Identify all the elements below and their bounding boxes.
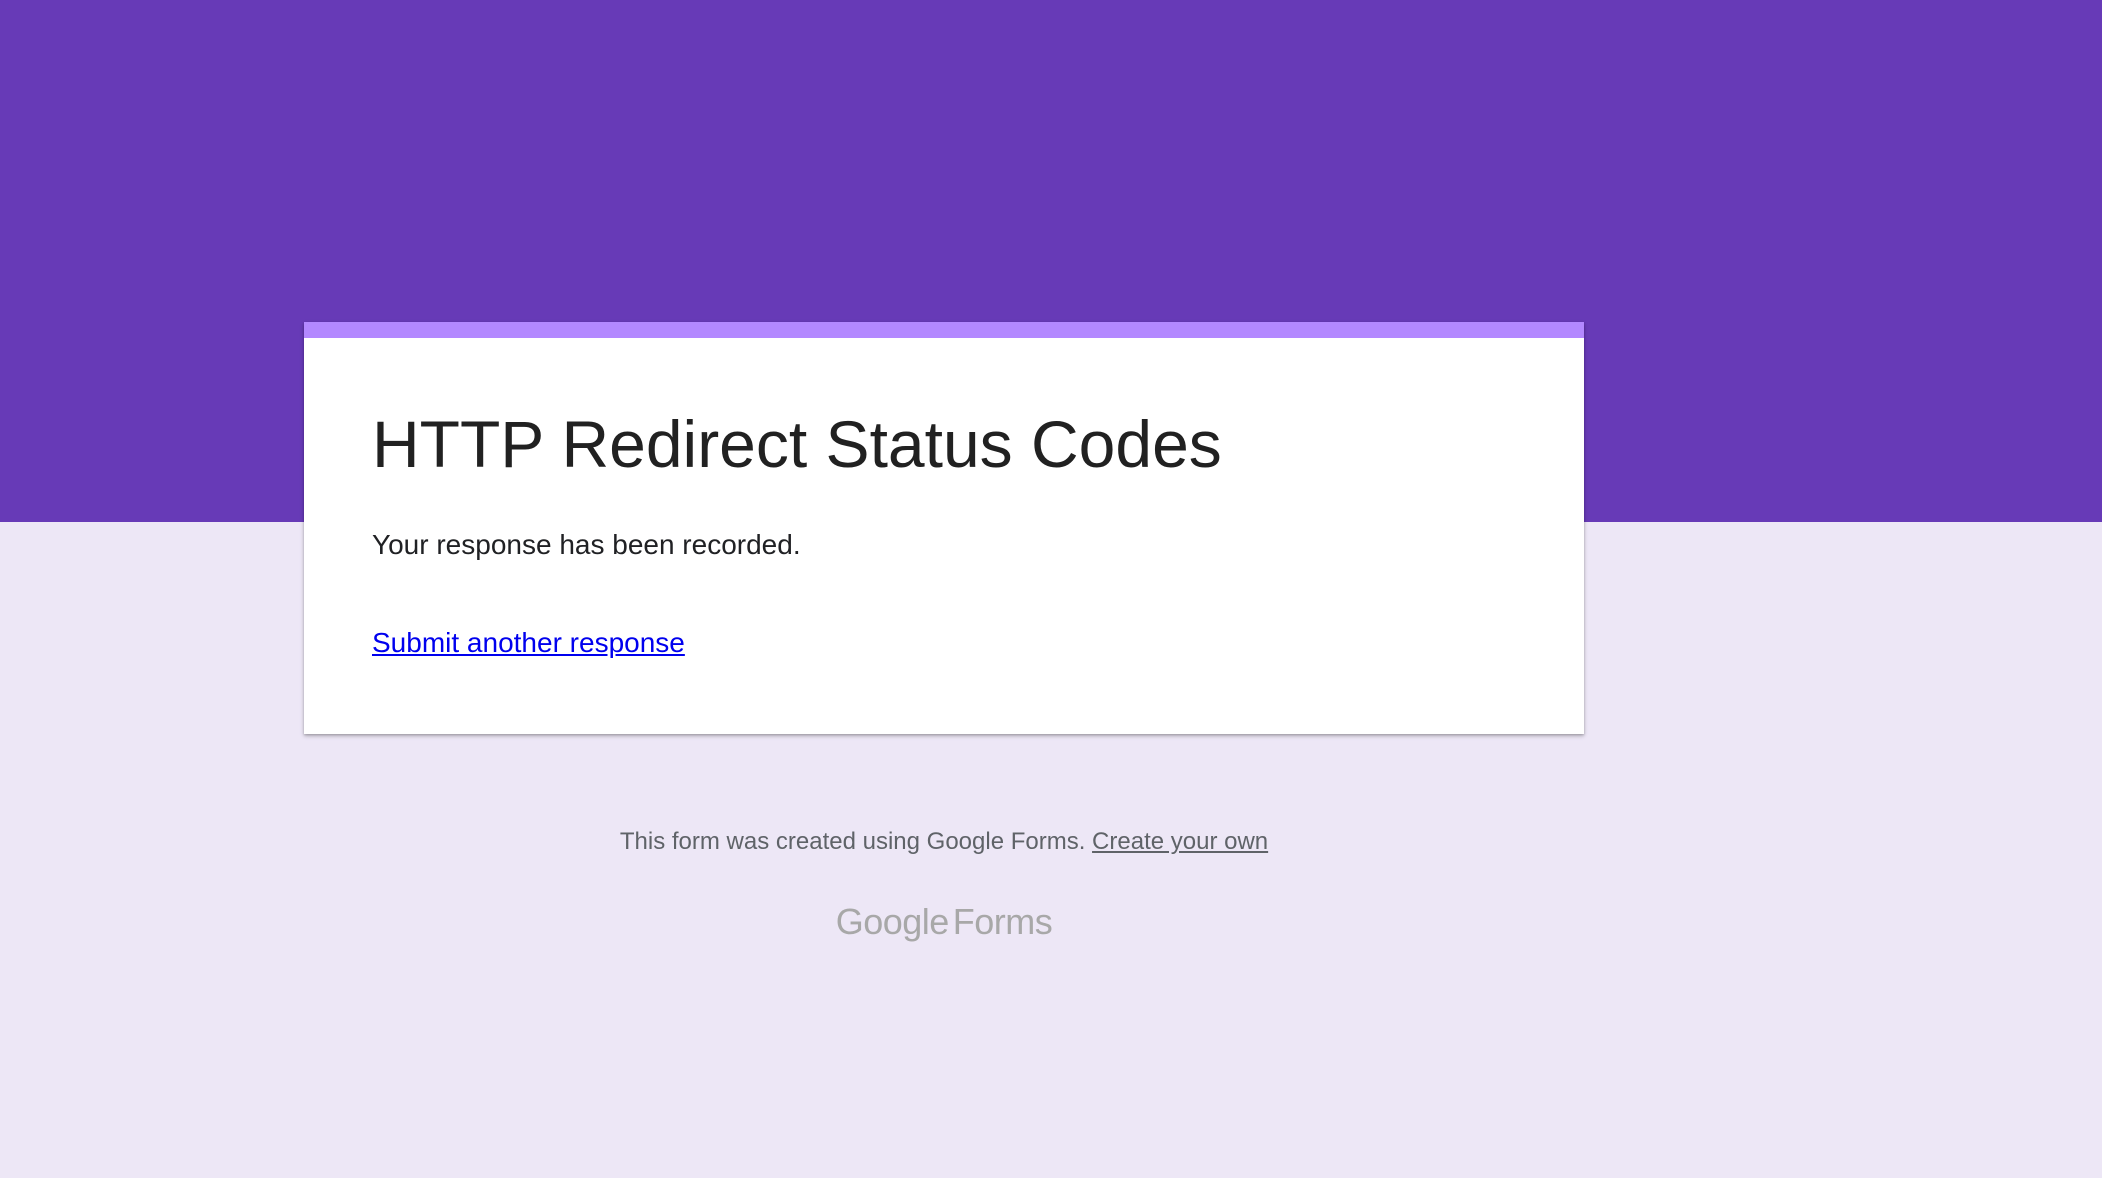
footer-created-text: This form was created using Google Forms… [619, 828, 1086, 855]
logo-forms-text: Forms [952, 901, 1053, 942]
form-title: HTTP Redirect Status Codes [372, 407, 1222, 481]
logo-google-text: Google [835, 901, 950, 942]
card-accent-bar [304, 322, 1584, 338]
confirmation-card: HTTP Redirect Status Codes Your response… [304, 322, 1584, 734]
create-your-own-link[interactable]: Create your own [1092, 828, 1268, 855]
submit-another-response-link[interactable]: Submit another response [372, 626, 685, 660]
footer-disclaimer: This form was created using Google Forms… [0, 828, 1888, 857]
confirmation-message: Your response has been recorded. [372, 529, 801, 560]
google-forms-logo[interactable]: Google Forms [0, 900, 1888, 943]
